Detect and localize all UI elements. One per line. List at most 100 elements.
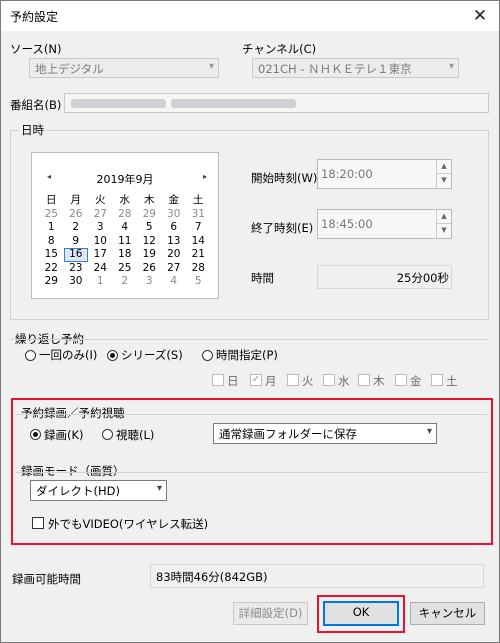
calendar-day[interactable]: 25: [39, 208, 64, 222]
calendar-day[interactable]: 18: [113, 248, 138, 262]
calendar[interactable]: ◂ 2019年9月 ▸ 日月火水木金土 25 26 27 28 29 30 31 1 2 3 4 5 6…: [31, 152, 219, 299]
datetime-label: 日時: [19, 122, 46, 138]
calendar-day[interactable]: 11: [113, 235, 138, 249]
dialog-window: 予約設定 ✕ ソース(N) 地上デジタル ▾ チャンネル(C) 021CH - …: [0, 0, 500, 643]
spin-down-icon[interactable]: ▼: [437, 174, 451, 188]
start-time-label: 開始時刻(W): [251, 171, 318, 185]
quality-value: ダイレクト(HD): [36, 484, 120, 498]
calendar-day[interactable]: 28: [186, 262, 211, 276]
repeat-day-checkbox[interactable]: [287, 374, 299, 386]
repeat-day-label: 火: [302, 374, 314, 388]
calendar-day[interactable]: 26: [64, 208, 89, 222]
calendar-day[interactable]: 14: [186, 235, 211, 249]
calendar-day[interactable]: 27: [88, 208, 113, 222]
calendar-weekday: 水: [119, 194, 131, 207]
calendar-day[interactable]: 30: [64, 275, 89, 289]
calendar-day[interactable]: 5: [186, 275, 211, 289]
calendar-day[interactable]: 7: [186, 221, 211, 235]
calendar-day[interactable]: 19: [137, 248, 162, 262]
repeat-day-checkbox[interactable]: [395, 374, 407, 386]
calendar-day[interactable]: 8: [39, 235, 64, 249]
calendar-day[interactable]: 25: [113, 262, 138, 276]
calendar-day[interactable]: 15: [39, 248, 64, 262]
source-label: ソース(N): [10, 42, 62, 56]
spinner-buttons: ▲ ▼: [436, 210, 451, 238]
ok-button[interactable]: OK: [323, 601, 399, 626]
view-radio[interactable]: [102, 429, 113, 440]
repeat-day-checkbox[interactable]: [358, 374, 370, 386]
calendar-day[interactable]: 1: [88, 275, 113, 289]
spin-down-icon[interactable]: ▼: [437, 224, 451, 238]
end-time-spinner[interactable]: 18:45:00 ▲ ▼: [317, 209, 452, 239]
details-button[interactable]: 詳細設定(D): [233, 602, 308, 625]
program-name-field[interactable]: [64, 93, 489, 113]
calendar-day[interactable]: 17: [88, 248, 113, 262]
repeat-radio[interactable]: [107, 350, 118, 361]
calendar-weekday: 火: [95, 194, 106, 207]
repeat-day-label: 月: [265, 374, 277, 388]
repeat-radio-label[interactable]: シリーズ(S): [121, 347, 183, 363]
start-time-value: 18:20:00: [321, 167, 373, 181]
calendar-day[interactable]: 22: [39, 262, 64, 276]
calendar-day[interactable]: 30: [162, 208, 187, 222]
view-radio-label[interactable]: 視聴(L): [116, 427, 154, 443]
calendar-day[interactable]: 26: [137, 262, 162, 276]
end-time-label: 終了時刻(E): [251, 221, 314, 235]
calendar-day[interactable]: 6: [162, 221, 187, 235]
calendar-day[interactable]: 3: [137, 275, 162, 289]
calendar-day[interactable]: 1: [39, 221, 64, 235]
calendar-weekday: 土: [193, 194, 204, 207]
calendar-day[interactable]: 28: [113, 208, 138, 222]
redacted-text: [171, 99, 296, 108]
chevron-down-icon: ▾: [426, 426, 432, 437]
quality-select[interactable]: ダイレクト(HD) ▾: [30, 480, 167, 501]
repeat-radio[interactable]: [25, 350, 36, 361]
repeat-radio-label[interactable]: 一回のみ(I): [39, 347, 97, 363]
repeat-radio[interactable]: [202, 350, 213, 361]
repeat-day-checkbox[interactable]: [212, 374, 224, 386]
start-time-spinner[interactable]: 18:20:00 ▲ ▼: [317, 159, 452, 189]
calendar-day[interactable]: 16: [63, 248, 88, 262]
duration-value: 25分00秒: [396, 271, 449, 285]
calendar-day[interactable]: 13: [162, 235, 187, 249]
repeat-day-checkbox[interactable]: ✓: [250, 374, 262, 386]
calendar-day[interactable]: 5: [137, 221, 162, 235]
calendar-day[interactable]: 2: [64, 221, 89, 235]
calendar-day[interactable]: 4: [113, 221, 138, 235]
calendar-day[interactable]: 23: [64, 262, 89, 276]
chevron-down-icon: ▾: [156, 483, 162, 494]
spin-up-icon[interactable]: ▲: [437, 160, 451, 174]
title-bar: 予約設定 ✕: [1, 1, 499, 31]
record-radio[interactable]: [30, 429, 41, 440]
calendar-day[interactable]: 4: [162, 275, 187, 289]
next-month-icon[interactable]: ▸: [203, 172, 207, 181]
calendar-day[interactable]: 31: [186, 208, 211, 222]
save-folder-value: 通常録画フォルダーに保存: [219, 427, 357, 441]
save-folder-select[interactable]: 通常録画フォルダーに保存 ▾: [213, 423, 437, 444]
calendar-day[interactable]: 29: [39, 275, 64, 289]
calendar-day[interactable]: 3: [88, 221, 113, 235]
remaining-time-value: 83時間46分(842GB): [156, 570, 268, 584]
calendar-day[interactable]: 10: [88, 235, 113, 249]
calendar-day[interactable]: 27: [162, 262, 187, 276]
wireless-transfer-label[interactable]: 外でもVIDEO(ワイヤレス転送): [48, 516, 208, 532]
channel-select[interactable]: 021CH - ＮＨＫＥテレ１東京 ▾: [252, 58, 459, 78]
calendar-day[interactable]: 12: [137, 235, 162, 249]
calendar-day[interactable]: 20: [162, 248, 187, 262]
close-icon[interactable]: ✕: [469, 5, 491, 27]
chevron-down-icon: ▾: [208, 61, 214, 72]
calendar-day[interactable]: 2: [113, 275, 138, 289]
calendar-day[interactable]: 21: [186, 248, 211, 262]
repeat-day-checkbox[interactable]: [323, 374, 335, 386]
cancel-button[interactable]: キャンセル: [410, 602, 485, 625]
calendar-day[interactable]: 9: [64, 235, 89, 249]
spin-up-icon[interactable]: ▲: [437, 210, 451, 224]
calendar-day[interactable]: 24: [88, 262, 113, 276]
duration-field: 25分00秒: [317, 265, 452, 289]
repeat-day-checkbox[interactable]: [431, 374, 443, 386]
wireless-transfer-checkbox[interactable]: [32, 517, 44, 529]
calendar-day[interactable]: 29: [137, 208, 162, 222]
record-radio-label[interactable]: 録画(K): [44, 427, 84, 443]
source-select[interactable]: 地上デジタル ▾: [29, 58, 219, 78]
repeat-radio-label[interactable]: 時間指定(P): [216, 347, 278, 363]
